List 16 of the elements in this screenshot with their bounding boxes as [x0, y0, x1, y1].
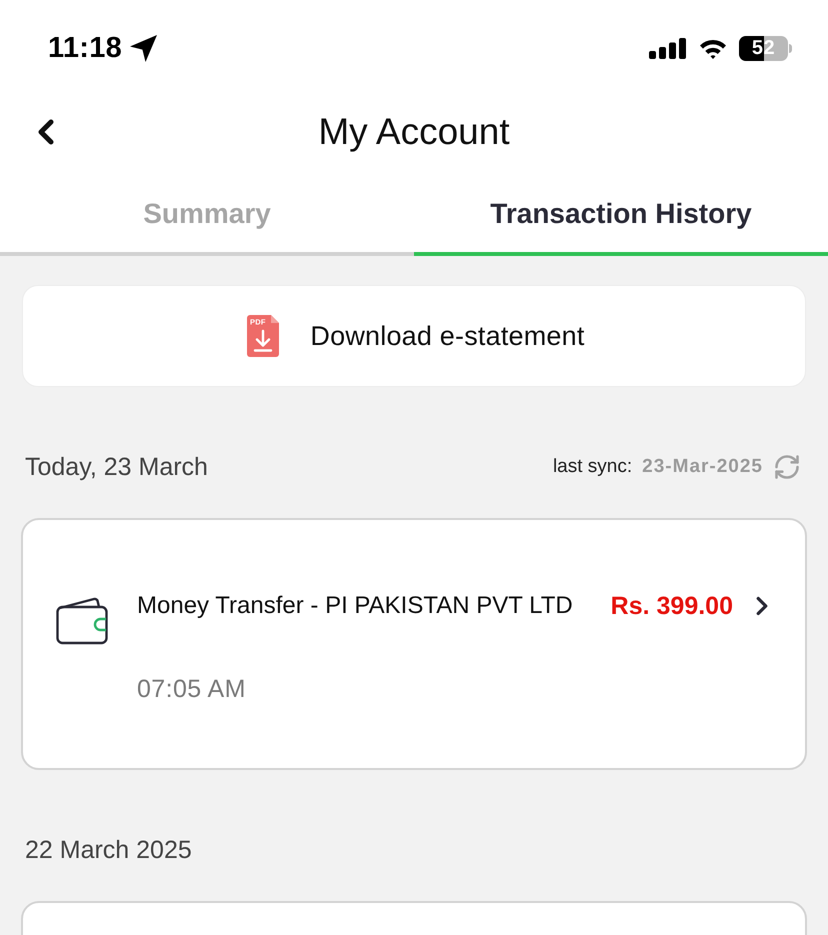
- wifi-icon: [699, 38, 727, 58]
- location-arrow-icon: [130, 34, 158, 62]
- page-title: My Account: [317, 111, 511, 153]
- section-date: 22 March 2025: [25, 836, 192, 864]
- pdf-download-icon: [247, 315, 280, 357]
- transaction-card[interactable]: Money Transfer - PI PAKISTAN PVT LTD Rs. 399.00 07:05 AM: [21, 518, 807, 770]
- transaction-time: 07:05 AM: [137, 675, 246, 704]
- sync-icon[interactable]: [773, 453, 801, 481]
- transaction-amount: Rs. 399.00: [610, 592, 733, 620]
- sync-date: 23-Mar-2025: [642, 456, 763, 478]
- section-date: Today, 23 March: [25, 452, 208, 482]
- sync-label: last sync:: [552, 456, 632, 478]
- wallet-icon: [56, 597, 108, 645]
- status-time: 11:18: [48, 32, 122, 64]
- signal-icon: [649, 38, 687, 58]
- transaction-title: Money Transfer - PI PAKISTAN PVT LTD: [137, 592, 573, 620]
